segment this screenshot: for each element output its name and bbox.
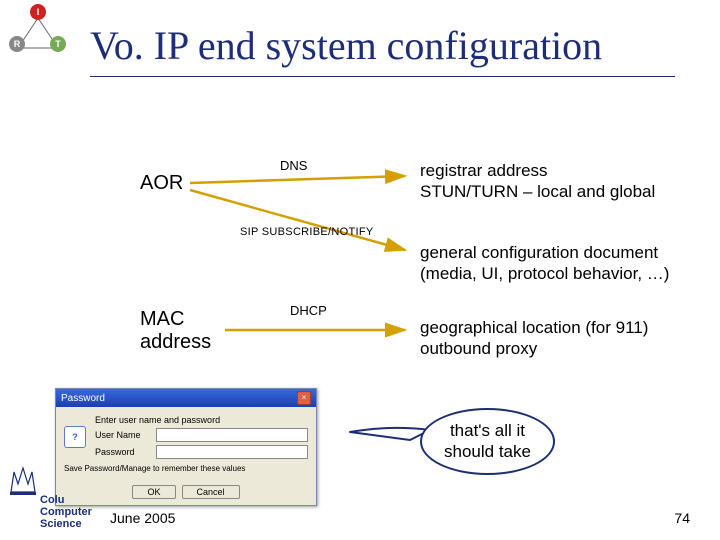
save-password-label: Save Password/Manage to remember these v… (64, 462, 308, 473)
summary-callout-text: that's all it should take (444, 421, 531, 461)
footer-date: June 2005 (110, 510, 175, 526)
irt-node-t: T (50, 36, 66, 52)
dns-method-label: DNS (280, 158, 307, 173)
password-dialog: Password × ? Enter user name and passwor… (55, 388, 317, 506)
dialog-title-text: Password (61, 393, 105, 404)
aor-source-label: AOR (140, 172, 183, 195)
username-label: User Name (95, 430, 151, 440)
slide-title: Vo. IP end system configuration (90, 22, 602, 69)
irt-node-r: R (9, 36, 25, 52)
ok-button[interactable]: OK (132, 485, 175, 499)
mac-source-label: MAC address (140, 308, 211, 354)
dns-result-text: registrar address STUN/TURN – local and … (420, 160, 655, 203)
sip-method-label: SIP SUBSCRIBE/NOTIFY (240, 226, 374, 238)
password-field[interactable] (156, 445, 308, 459)
summary-callout: that's all it should take (420, 408, 555, 475)
footer-page-number: 74 (674, 510, 690, 526)
username-field[interactable] (156, 428, 308, 442)
sip-result-text: general configuration document (media, U… (420, 242, 669, 285)
dhcp-result-text: geographical location (for 911) outbound… (420, 317, 648, 360)
cancel-button[interactable]: Cancel (182, 485, 240, 499)
dialog-titlebar: Password × (56, 389, 316, 407)
dhcp-method-label: DHCP (290, 303, 327, 318)
title-underline (90, 76, 675, 77)
irt-node-i: I (30, 4, 46, 20)
password-label: Password (95, 447, 151, 457)
columbia-logo-text: Colu Computer Science (40, 494, 92, 530)
columbia-crown-icon (8, 462, 38, 498)
close-icon[interactable]: × (297, 391, 311, 405)
dialog-prompt: Enter user name and password (95, 415, 308, 425)
question-icon: ? (64, 426, 86, 448)
